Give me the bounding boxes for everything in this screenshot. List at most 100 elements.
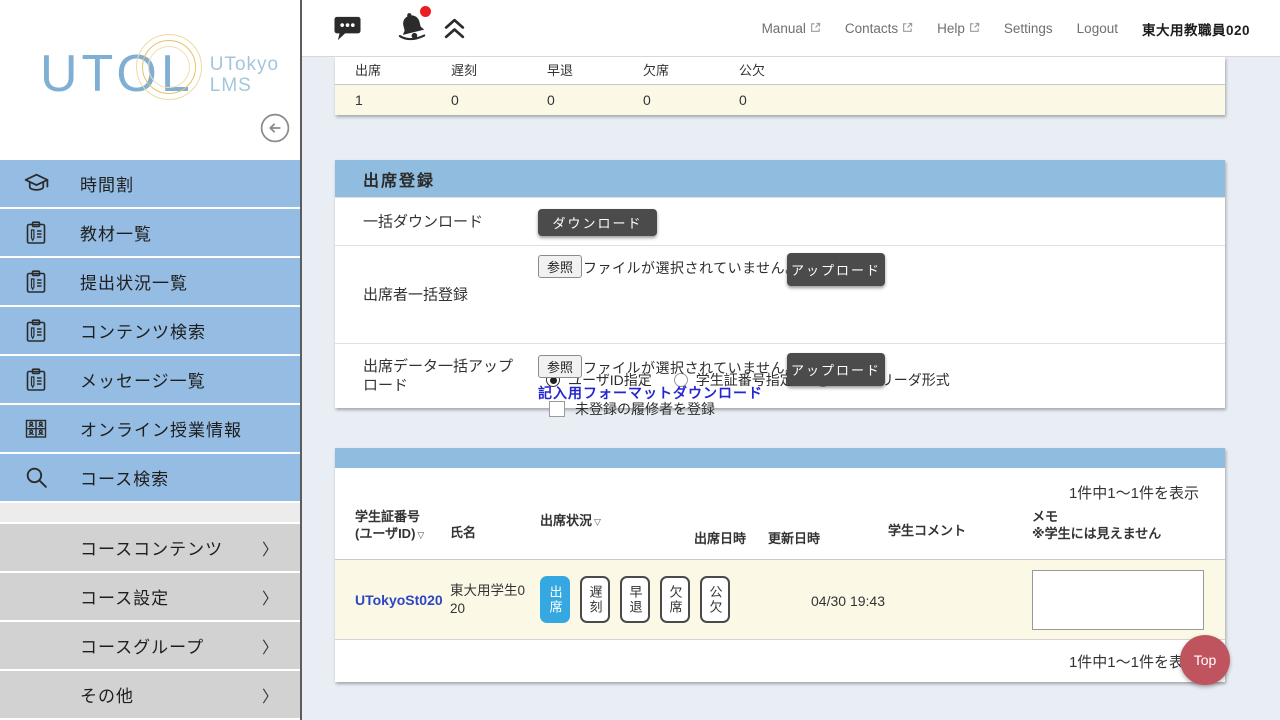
sidebar-item-label: その他 <box>80 682 134 707</box>
settings-link[interactable]: Settings <box>1004 21 1053 36</box>
no-file-selected-text: ファイルが選択されていません。 <box>583 358 800 378</box>
summary-header: 出席 <box>355 57 381 85</box>
sidebar-item-label: コースコンテンツ <box>80 535 223 560</box>
manual-link[interactable]: Manual <box>762 21 821 36</box>
chevron-right-icon: 〉 <box>262 536 278 560</box>
external-link-icon <box>902 21 913 36</box>
students-table-footer: 1件中1〜1件を表示 <box>335 640 1225 681</box>
browse-file-button[interactable]: 参照 <box>538 255 582 278</box>
memo-textarea[interactable] <box>1032 570 1204 630</box>
summary-value: 0 <box>643 85 651 115</box>
student-name: 東大用学生020 <box>450 582 532 618</box>
attendance-status-buttons: 出席 遅刻 早退 欠席 公欠 <box>540 576 730 623</box>
attendance-summary-table: 出席 遅刻 早退 欠席 公欠 1 0 0 0 0 <box>335 57 1225 115</box>
external-link-icon <box>810 21 821 36</box>
format-download-link[interactable]: 記入用フォーマットダウンロード <box>538 383 763 403</box>
sidebar-item-label: コースグループ <box>80 633 204 658</box>
attendance-register-panel: 出席登録 一括ダウンロード ダウンロード 出席者一括登録 参照 ファイルが選択さ… <box>335 160 1225 408</box>
bell-icon[interactable] <box>394 0 430 57</box>
collapse-sidebar-button[interactable] <box>260 113 290 143</box>
external-link-icon <box>969 21 980 36</box>
sidebar-item-timetable[interactable]: 時間割 <box>0 160 300 207</box>
status-button-absent[interactable]: 欠席 <box>660 576 690 623</box>
sidebar-item-label: 教材一覧 <box>80 220 152 245</box>
column-header-update-time: 更新日時 <box>768 530 820 547</box>
sidebar-item-course-search[interactable]: コース検索 <box>0 454 300 501</box>
topbar-links: Manual Contacts Help Settings Logout 東大用… <box>762 0 1250 57</box>
summary-value-row: 1 0 0 0 0 <box>335 85 1225 115</box>
sidebar-item-others[interactable]: その他 〉 <box>0 671 300 718</box>
attendance-data-upload-row: 出席データ一括アップロード 参照 ファイルが選択されていません。 アップロード … <box>335 343 1225 408</box>
students-table-header: 1件中1〜1件を表示 学生証番号 (ユーザID)▽ 氏名 出席状況▽ 出席日時 … <box>335 468 1225 560</box>
arrow-left-circle-icon <box>260 131 290 146</box>
contacts-link[interactable]: Contacts <box>845 21 913 36</box>
sidebar-item-materials[interactable]: 教材一覧 <box>0 209 300 256</box>
table-header-bar <box>335 448 1225 468</box>
clipboard-icon <box>22 317 50 345</box>
sidebar-item-label: コース検索 <box>80 465 169 490</box>
chevron-right-icon: 〉 <box>262 634 278 658</box>
no-file-selected-text: ファイルが選択されていません。 <box>583 258 800 278</box>
column-header-attend-time: 出席日時 <box>694 530 746 547</box>
summary-value: 1 <box>355 85 363 115</box>
sidebar-item-label: コンテンツ検索 <box>80 318 206 343</box>
magnifier-icon <box>22 464 50 492</box>
people-grid-icon <box>22 415 50 443</box>
logo-text: UTOL <box>40 48 194 100</box>
bulk-download-label: 一括ダウンロード <box>363 212 523 231</box>
attendee-bulk-register-row: 出席者一括登録 参照 ファイルが選択されていません。 アップロード ユーザID指… <box>335 245 1225 343</box>
column-header-name: 氏名 <box>450 524 476 541</box>
summary-value: 0 <box>547 85 555 115</box>
help-link[interactable]: Help <box>937 21 980 36</box>
data-bulk-upload-label: 出席データ一括アップロード <box>363 357 523 395</box>
sidebar-item-course-contents[interactable]: コースコンテンツ 〉 <box>0 524 300 571</box>
sidebar-item-label: コース設定 <box>80 584 169 609</box>
sidebar-item-label: メッセージ一覧 <box>80 367 206 392</box>
status-button-present[interactable]: 出席 <box>540 576 570 623</box>
sidebar-item-submission-status[interactable]: 提出状況一覧 <box>0 258 300 305</box>
column-header-student-id[interactable]: 学生証番号 (ユーザID)▽ <box>355 508 424 544</box>
students-attendance-table: 1件中1〜1件を表示 学生証番号 (ユーザID)▽ 氏名 出席状況▽ 出席日時 … <box>335 448 1225 682</box>
logout-link[interactable]: Logout <box>1077 21 1118 36</box>
browse-file-button[interactable]: 参照 <box>538 355 582 378</box>
table-row: UTokyoSt020 東大用学生020 出席 遅刻 早退 欠席 公欠 04/3… <box>335 560 1225 640</box>
utol-logo: UTOL UTokyo LMS <box>40 48 279 100</box>
column-header-memo: メモ ※学生には見えません <box>1032 508 1161 542</box>
graduation-cap-icon <box>22 170 50 198</box>
status-button-late[interactable]: 遅刻 <box>580 576 610 623</box>
chevron-right-icon: 〉 <box>262 683 278 707</box>
download-button[interactable]: ダウンロード <box>538 209 657 236</box>
student-id-link[interactable]: UTokyoSt020 <box>355 592 443 608</box>
sidebar-item-messages[interactable]: メッセージ一覧 <box>0 356 300 403</box>
upload-button[interactable]: アップロード <box>787 253 885 286</box>
status-button-excused-absence[interactable]: 公欠 <box>700 576 730 623</box>
clipboard-icon <box>22 268 50 296</box>
message-icon[interactable] <box>333 0 362 57</box>
result-count-text: 1件中1〜1件を表示 <box>1069 482 1199 503</box>
bulk-download-row: 一括ダウンロード ダウンロード <box>335 197 1225 245</box>
sidebar-item-course-settings[interactable]: コース設定 〉 <box>0 573 300 620</box>
update-time-value: 04/30 19:43 <box>768 593 928 609</box>
logo-subtext: UTokyo LMS <box>210 54 279 100</box>
summary-header: 早退 <box>547 57 573 85</box>
sidebar-item-online-class-info[interactable]: オンライン授業情報 <box>0 405 300 452</box>
sidebar-item-label: 提出状況一覧 <box>80 269 188 294</box>
column-header-status[interactable]: 出席状況▽ <box>540 512 601 531</box>
sort-icon[interactable]: ▽ <box>594 517 601 527</box>
collapse-header-icon[interactable] <box>442 0 467 57</box>
sort-icon[interactable]: ▽ <box>417 530 424 540</box>
summary-header-row: 出席 遅刻 早退 欠席 公欠 <box>335 57 1225 85</box>
sidebar-item-label: オンライン授業情報 <box>80 416 242 441</box>
chevron-right-icon: 〉 <box>262 585 278 609</box>
scroll-to-top-button[interactable]: Top <box>1180 635 1230 685</box>
status-button-leave-early[interactable]: 早退 <box>620 576 650 623</box>
panel-title: 出席登録 <box>335 160 1225 197</box>
logo-area: UTOL UTokyo LMS <box>0 0 300 160</box>
column-header-student-comment: 学生コメント <box>888 522 966 539</box>
upload-button[interactable]: アップロード <box>787 353 885 386</box>
sidebar-item-course-group[interactable]: コースグループ 〉 <box>0 622 300 669</box>
clipboard-icon <box>22 366 50 394</box>
summary-value: 0 <box>451 85 459 115</box>
summary-header: 公欠 <box>739 57 765 85</box>
sidebar-item-content-search[interactable]: コンテンツ検索 <box>0 307 300 354</box>
